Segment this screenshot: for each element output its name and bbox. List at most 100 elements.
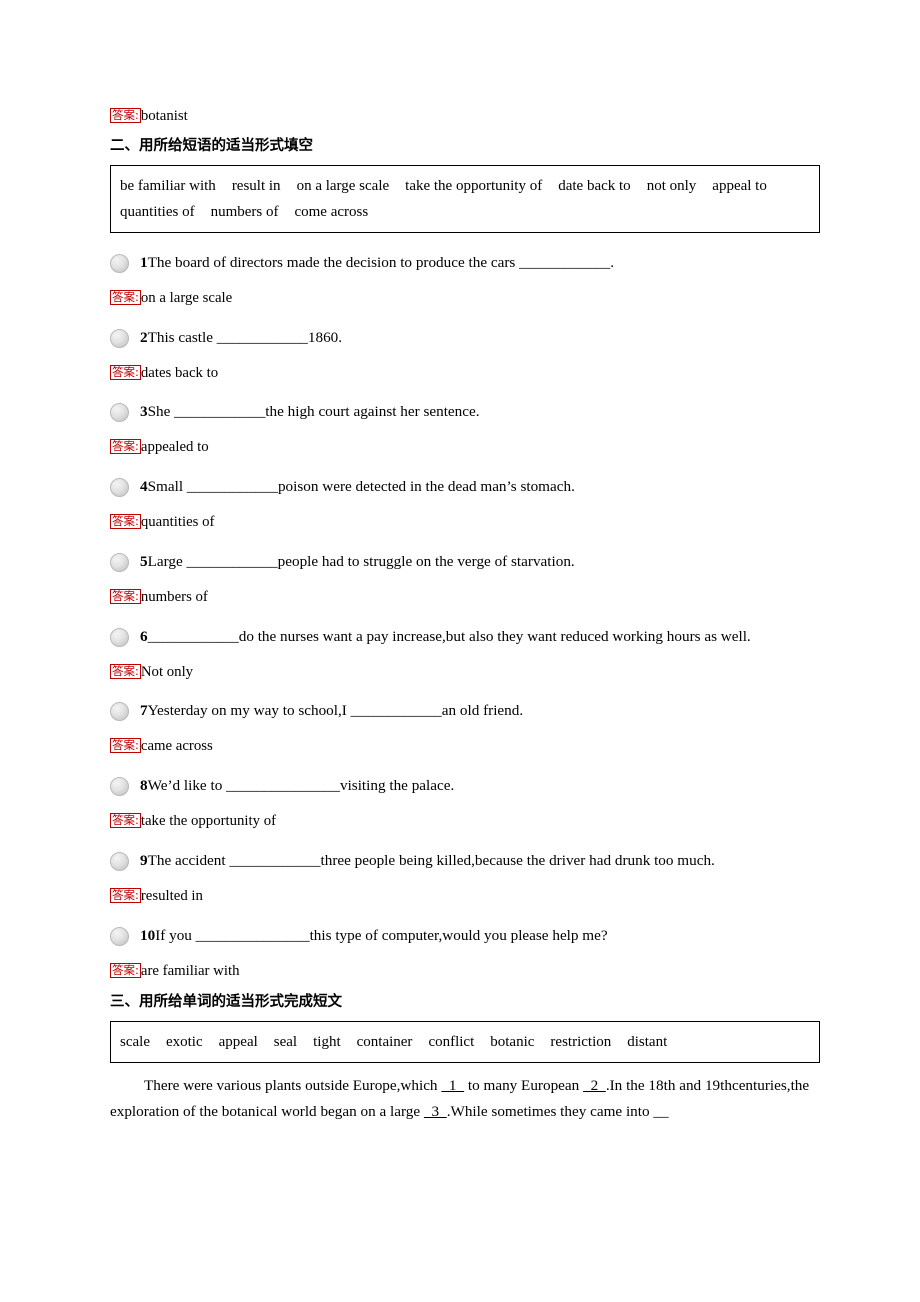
word-bank-item: come across xyxy=(294,203,369,220)
answer-text: appealed to xyxy=(140,439,209,456)
answer-line: 答案: quantities of xyxy=(110,514,820,532)
cloze-passage: There were various plants outside Europe… xyxy=(110,1073,820,1124)
bullet-icon xyxy=(110,926,129,946)
word-bank-item: quantities of xyxy=(120,203,195,220)
word-bank-item: distant xyxy=(627,1034,668,1051)
word-bank-phrases: be familiar with result in on a large scal… xyxy=(110,164,820,233)
answer-text: on a large scale xyxy=(140,289,233,306)
word-bank-item: result in xyxy=(231,177,281,194)
answer-tag: 答案: xyxy=(110,962,141,978)
answer-line: 答案: Not only xyxy=(110,663,820,682)
word-bank-item: scale xyxy=(120,1034,150,1051)
question-text: We’d like to _______________visiting the… xyxy=(147,777,455,794)
answer-line: 答案: numbers of xyxy=(110,588,820,607)
bullet-icon xyxy=(110,851,129,871)
word-bank-item: take the opportunity of xyxy=(405,177,543,194)
answer-tag: 答案: xyxy=(110,887,141,903)
answer-line: 答案: appealed to xyxy=(110,439,820,457)
question-text: ____________do the nurses want a pay inc… xyxy=(147,627,751,645)
question-row: 1The board of directors made the decisio… xyxy=(110,253,820,273)
section-heading-2: 二、用所给短语的适当形式填空 xyxy=(110,137,313,154)
answer-line: 答案: take the opportunity of xyxy=(110,813,820,831)
answer-tag: 答案: xyxy=(110,738,141,754)
question-number: 8 xyxy=(140,777,148,794)
word-bank-item: appeal to xyxy=(712,177,767,194)
word-bank-item: appeal xyxy=(218,1034,258,1051)
word-bank-row-1: be familiar with result in on a large scal… xyxy=(120,173,811,199)
answer-tag: 答案: xyxy=(110,514,141,529)
answer-tag: 答案: xyxy=(110,439,141,455)
question-row: 7Yesterday on my way to school,I _______… xyxy=(110,701,820,722)
question-row: 8We’d like to _______________visiting th… xyxy=(110,776,820,796)
word-bank-item: numbers of xyxy=(210,203,279,220)
passage-text: .In the 18th and 19th xyxy=(605,1077,732,1095)
bullet-icon xyxy=(110,478,129,497)
answer-line: 答案: dates back to xyxy=(110,364,820,383)
bullet-icon xyxy=(110,328,129,348)
answer-text: resulted in xyxy=(140,887,203,904)
word-bank-row-1: scale exotic appeal seal tight container confl… xyxy=(120,1029,811,1055)
question-text: If you _______________this type of compu… xyxy=(155,926,608,944)
question-number: 7 xyxy=(140,702,148,720)
question-number: 4 xyxy=(140,478,148,495)
answer-text: botanist xyxy=(140,108,188,124)
question-row: 3She ____________the high court against … xyxy=(110,402,820,423)
question-number: 1 xyxy=(140,253,148,271)
question-number: 5 xyxy=(140,552,148,570)
question-number: 10 xyxy=(140,926,156,944)
question-number: 9 xyxy=(140,851,148,869)
question-text: Yesterday on my way to school,I ________… xyxy=(147,702,524,720)
word-bank-item: container xyxy=(356,1034,413,1051)
answer-line-top: 答案: botanist xyxy=(110,108,820,126)
question-row: 10If you _______________this type of com… xyxy=(110,926,820,946)
question-text: Large ____________people had to struggle… xyxy=(147,552,575,570)
answer-text: take the opportunity of xyxy=(140,813,277,829)
cloze-blank-1: 1 xyxy=(441,1077,465,1095)
word-bank-item: be familiar with xyxy=(120,177,216,194)
question-row: 6____________do the nurses want a pay in… xyxy=(110,627,820,647)
answer-tag: 答案: xyxy=(110,813,141,828)
answer-text: numbers of xyxy=(140,588,208,605)
document-page: 答案: botanist 二、用所给短语的适当形式填空 be familiar w… xyxy=(0,0,920,1302)
cloze-blank-2: 2 xyxy=(583,1077,606,1095)
word-bank-item: botanic xyxy=(490,1034,535,1051)
answer-text: quantities of xyxy=(140,514,215,530)
answer-text: are familiar with xyxy=(140,962,240,979)
question-number: 6 xyxy=(140,627,148,645)
passage-text: There were various plants outside Europe… xyxy=(144,1077,442,1095)
question-text: The board of directors made the decision… xyxy=(147,253,615,271)
bullet-icon xyxy=(110,253,129,273)
answer-text: Not only xyxy=(140,663,194,680)
word-bank-row-2: quantities of numbers of come across xyxy=(120,199,811,225)
word-bank-item: tight xyxy=(313,1034,341,1051)
bullet-icon xyxy=(110,777,129,796)
question-row: 5Large ____________people had to struggl… xyxy=(110,552,820,572)
answer-line: 答案: are familiar with xyxy=(110,962,820,981)
passage-text: .While sometimes they came into __ xyxy=(446,1102,669,1120)
bullet-icon xyxy=(110,552,129,572)
answer-tag: 答案: xyxy=(110,588,141,604)
question-text: Small ____________poison were detected i… xyxy=(147,478,575,495)
word-bank-item: not only xyxy=(646,177,697,194)
question-number: 2 xyxy=(140,328,148,346)
word-bank-item: conflict xyxy=(428,1034,475,1051)
answer-tag: 答案: xyxy=(110,663,141,679)
question-row: 4Small ____________poison were detected … xyxy=(110,477,820,497)
answer-line: 答案: came across xyxy=(110,738,820,756)
question-text: The accident ____________three people be… xyxy=(147,851,715,869)
section-heading-3: 三、用所给单词的适当形式完成短文 xyxy=(110,994,342,1011)
answer-tag: 答案: xyxy=(110,108,141,123)
answer-tag: 答案: xyxy=(110,289,141,305)
answer-text: dates back to xyxy=(140,364,219,381)
passage-text: to many European xyxy=(464,1077,584,1095)
bullet-icon xyxy=(110,702,129,722)
answer-tag: 答案: xyxy=(110,364,141,380)
answer-text: came across xyxy=(140,738,213,755)
question-text: She ____________the high court against h… xyxy=(147,403,480,421)
word-bank-item: on a large scale xyxy=(296,177,390,194)
word-bank-item: seal xyxy=(273,1034,298,1051)
question-row: 2This castle ____________1860. xyxy=(110,328,820,348)
question-text: This castle ____________1860. xyxy=(147,328,343,346)
cloze-blank-3: 3 xyxy=(423,1102,447,1120)
answer-line: 答案: on a large scale xyxy=(110,289,820,308)
